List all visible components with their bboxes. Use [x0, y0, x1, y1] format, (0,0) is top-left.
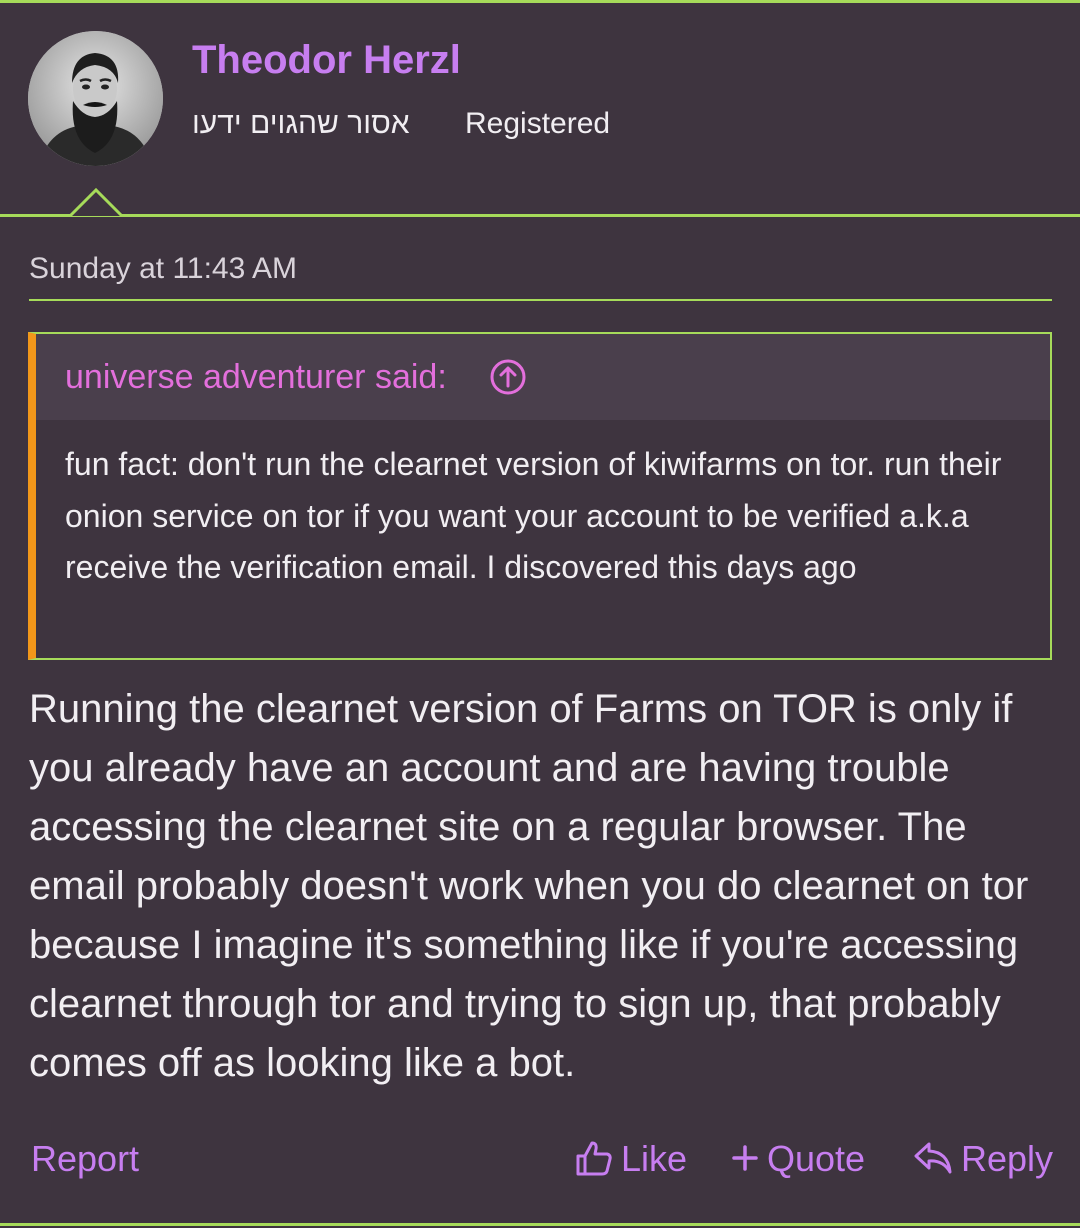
timestamp-divider: [29, 299, 1052, 301]
post-timestamp[interactable]: Sunday at 11:43 AM: [29, 250, 297, 288]
user-banner: Registered: [465, 107, 611, 140]
quote-button[interactable]: Quote: [731, 1136, 865, 1182]
header-notch: [68, 187, 124, 218]
quote-header: universe adventurer said:: [36, 334, 1050, 420]
user-title: אסור שהגוים ידעו: [192, 107, 410, 140]
header-divider: [0, 214, 1080, 217]
reply-button[interactable]: Reply: [913, 1136, 1053, 1182]
top-border: [0, 0, 1080, 3]
quote-block: universe adventurer said: fun fact: don'…: [28, 332, 1052, 660]
avatar-portrait-icon: [28, 31, 163, 166]
plus-icon: [732, 1145, 758, 1172]
reply-arrow-icon: [914, 1142, 952, 1174]
thumbs-up-icon: [576, 1141, 612, 1176]
post-body: Running the clearnet version of Farms on…: [29, 687, 1029, 1085]
quote-label: Quote: [767, 1138, 866, 1179]
like-label: Like: [621, 1138, 688, 1179]
bottom-border: [0, 1223, 1080, 1226]
arrow-up-circle-icon[interactable]: [488, 357, 528, 397]
reply-label: Reply: [961, 1138, 1054, 1179]
report-label: Report: [31, 1138, 140, 1179]
quote-body: fun fact: don't run the clearnet version…: [65, 446, 1002, 585]
like-button[interactable]: Like: [575, 1136, 687, 1182]
avatar[interactable]: [28, 31, 163, 166]
report-button[interactable]: Report: [31, 1136, 139, 1182]
username[interactable]: Theodor Herzl: [192, 36, 461, 84]
quote-author[interactable]: universe adventurer said:: [65, 356, 447, 398]
